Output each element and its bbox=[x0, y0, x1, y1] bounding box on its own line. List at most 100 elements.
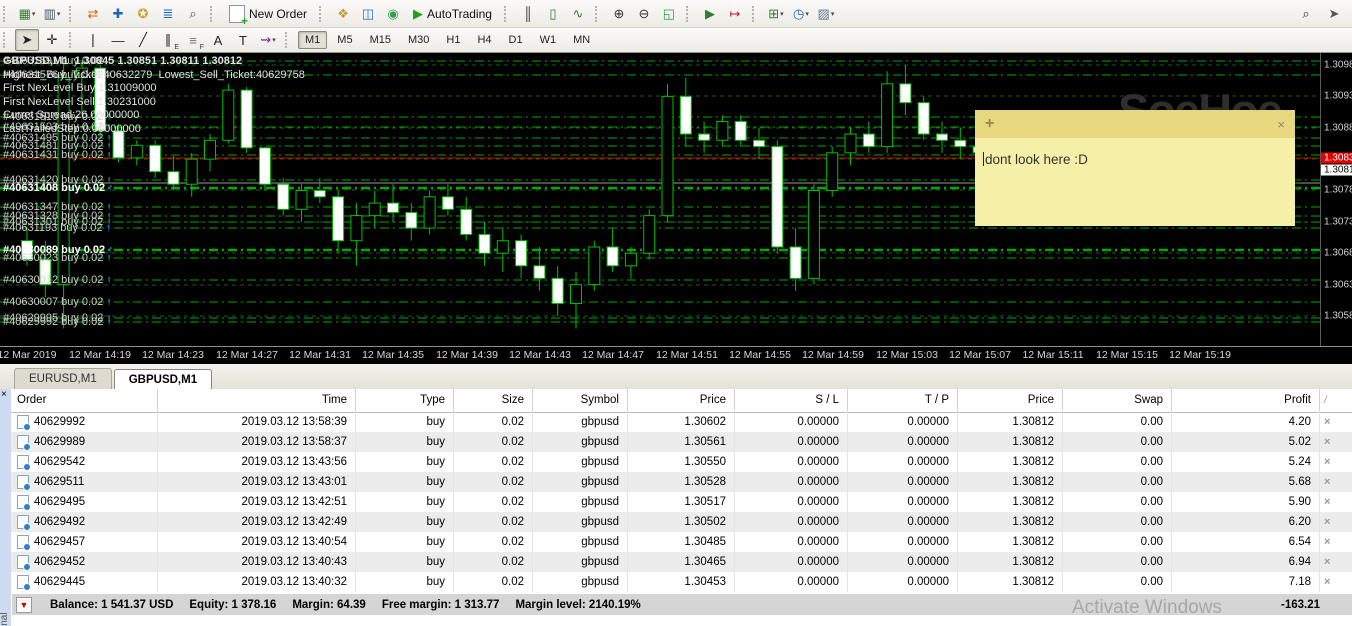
timeframe-d1[interactable]: D1 bbox=[502, 31, 530, 49]
screen-cursor-icon[interactable]: ➤ bbox=[1322, 3, 1346, 25]
terminal-panel-icon[interactable]: ≣ bbox=[156, 3, 180, 25]
column-header-price[interactable]: Price bbox=[628, 389, 735, 412]
order-row[interactable]: 406294952019.03.12 13:42:51buy0.02gbpusd… bbox=[11, 492, 1352, 512]
order-row[interactable]: 406294522019.03.12 13:40:43buy0.02gbpusd… bbox=[11, 552, 1352, 572]
vertical-line-tool-icon[interactable]: ❘ bbox=[81, 29, 105, 51]
arrow-tools-icon[interactable]: ⇝▾ bbox=[256, 29, 280, 51]
terminal-close-button[interactable]: × bbox=[1, 390, 7, 400]
note-body[interactable]: dont look here :D bbox=[975, 138, 1295, 226]
bull-candle bbox=[351, 216, 362, 241]
tile-windows-icon[interactable]: ◱ bbox=[657, 3, 681, 25]
text-tool-icon[interactable]: A bbox=[206, 29, 230, 51]
column-header-symbol[interactable]: Symbol bbox=[533, 389, 628, 412]
periods-icon[interactable]: ◷▾ bbox=[789, 3, 813, 25]
market-watch-icon[interactable]: ⇄ bbox=[81, 3, 105, 25]
chart-tab-eurusd-m1[interactable]: EURUSD,M1 bbox=[14, 368, 112, 390]
horizontal-line-tool-icon[interactable]: — bbox=[106, 29, 130, 51]
order-row[interactable]: 406294572019.03.12 13:40:54buy0.02gbpusd… bbox=[11, 532, 1352, 552]
column-header-sort[interactable]: / bbox=[1320, 389, 1352, 412]
candlestick-chart-icon[interactable]: ▯ bbox=[541, 3, 565, 25]
chart-tab-gbpusd-m1[interactable]: GBPUSD,M1 bbox=[114, 369, 212, 391]
zoom-in-icon[interactable]: ⊕ bbox=[607, 3, 631, 25]
profiles-dropdown-icon[interactable]: ▾ bbox=[57, 10, 61, 18]
trendline-tool-icon[interactable]: ╱ bbox=[131, 29, 155, 51]
price-axis[interactable]: 1.30981.30931.30881.30781.30731.30681.30… bbox=[1320, 53, 1352, 346]
order-row[interactable]: 406294922019.03.12 13:42:49buy0.02gbpusd… bbox=[11, 512, 1352, 532]
navigator-icon[interactable]: ✪ bbox=[131, 3, 155, 25]
column-header-swap[interactable]: Swap bbox=[1063, 389, 1172, 412]
bar-chart-icon[interactable]: ║ bbox=[516, 3, 540, 25]
cell-price2: 1.30812 bbox=[958, 472, 1063, 492]
close-order-button[interactable]: × bbox=[1324, 556, 1330, 568]
profiles-icon[interactable]: ▥▾ bbox=[40, 3, 64, 25]
note-close-icon[interactable]: × bbox=[1277, 117, 1285, 132]
line-chart-icon[interactable]: ∿ bbox=[566, 3, 590, 25]
expert-advisors-icon[interactable]: ◫ bbox=[356, 3, 380, 25]
templates-dropdown-icon[interactable]: ▾ bbox=[831, 10, 835, 18]
sticky-note[interactable]: + × dont look here :D bbox=[975, 110, 1295, 212]
orders-table-header: OrderTimeTypeSizeSymbolPriceS / LT / PPr… bbox=[11, 389, 1352, 413]
close-order-button[interactable]: × bbox=[1324, 456, 1330, 468]
column-header-type[interactable]: Type bbox=[356, 389, 454, 412]
new-chart-icon[interactable]: ▦▾ bbox=[15, 3, 39, 25]
timeframe-m1[interactable]: M1 bbox=[298, 31, 327, 49]
time-axis[interactable]: 12 Mar 201912 Mar 14:1912 Mar 14:2312 Ma… bbox=[0, 346, 1352, 364]
order-row[interactable]: 406294452019.03.12 13:40:32buy0.02gbpusd… bbox=[11, 572, 1352, 592]
autotrading-button[interactable]: ▶AutoTrading bbox=[406, 2, 499, 26]
column-header-time[interactable]: Time bbox=[158, 389, 356, 412]
note-text: dont look here :D bbox=[985, 152, 1088, 167]
timeframe-w1[interactable]: W1 bbox=[533, 31, 564, 49]
close-order-button[interactable]: × bbox=[1324, 496, 1330, 508]
data-window-icon[interactable]: ✚ bbox=[106, 3, 130, 25]
close-order-button[interactable]: × bbox=[1324, 536, 1330, 548]
note-add-icon[interactable]: + bbox=[985, 115, 994, 133]
close-order-button[interactable]: × bbox=[1324, 576, 1330, 588]
indicators-dropdown-icon[interactable]: ▾ bbox=[780, 10, 784, 18]
order-row[interactable]: 406295112019.03.12 13:43:01buy0.02gbpusd… bbox=[11, 472, 1352, 492]
order-row[interactable]: 406299892019.03.12 13:58:37buy0.02gbpusd… bbox=[11, 432, 1352, 452]
timeframe-m15[interactable]: M15 bbox=[363, 31, 398, 49]
column-header-order[interactable]: Order bbox=[11, 389, 158, 412]
close-order-button[interactable]: × bbox=[1324, 416, 1330, 428]
order-row[interactable]: 406299922019.03.12 13:58:39buy0.02gbpusd… bbox=[11, 412, 1352, 432]
column-header-tp[interactable]: T / P bbox=[848, 389, 958, 412]
timeframe-m5[interactable]: M5 bbox=[330, 31, 359, 49]
chart-shift-icon[interactable]: ↦ bbox=[723, 3, 747, 25]
arrow-tools-dropdown-icon[interactable]: ▾ bbox=[272, 36, 276, 44]
crosshair-tool-icon[interactable]: ✛ bbox=[40, 29, 64, 51]
metaeditor-icon[interactable]: ❖ bbox=[331, 3, 355, 25]
new-chart-dropdown-icon[interactable]: ▾ bbox=[32, 10, 36, 18]
close-order-button[interactable]: × bbox=[1324, 516, 1330, 528]
timeframe-m30[interactable]: M30 bbox=[401, 31, 436, 49]
order-row[interactable]: 406295422019.03.12 13:43:56buy0.02gbpusd… bbox=[11, 452, 1352, 472]
column-header-size[interactable]: Size bbox=[454, 389, 533, 412]
toolbar-grip bbox=[3, 32, 10, 48]
indicators-icon[interactable]: ⊞▾ bbox=[764, 3, 788, 25]
chart-window[interactable]: GBPUSD,M1 1.30845 1.30851 1.30811 1.3081… bbox=[0, 53, 1352, 363]
fibonacci-tool-icon[interactable]: ≡F bbox=[181, 29, 205, 51]
zoom-out-icon[interactable]: ⊖ bbox=[632, 3, 656, 25]
channel-tool-icon[interactable]: ∥E bbox=[156, 29, 180, 51]
signals-icon[interactable]: ◉ bbox=[381, 3, 405, 25]
screen-search-icon[interactable]: ⌕ bbox=[1294, 3, 1318, 25]
bull-candle bbox=[644, 216, 655, 254]
timeframe-mn[interactable]: MN bbox=[566, 31, 597, 49]
auto-scroll-icon[interactable]: ▶ bbox=[698, 3, 722, 25]
periods-dropdown-icon[interactable]: ▾ bbox=[805, 10, 809, 18]
strategy-tester-icon[interactable]: ⌕ bbox=[181, 3, 205, 25]
close-order-button[interactable]: × bbox=[1324, 436, 1330, 448]
templates-icon[interactable]: ▨▾ bbox=[814, 3, 838, 25]
text-label-tool-icon[interactable]: T bbox=[231, 29, 255, 51]
timeframe-h1[interactable]: H1 bbox=[439, 31, 467, 49]
cell-type: buy bbox=[356, 532, 454, 552]
trade-context-icon[interactable]: ▼ bbox=[16, 597, 32, 613]
cursor-tool-icon[interactable]: ➤ bbox=[15, 29, 39, 51]
column-header-profit[interactable]: Profit bbox=[1172, 389, 1320, 412]
column-header-sl[interactable]: S / L bbox=[735, 389, 848, 412]
timeframe-h4[interactable]: H4 bbox=[470, 31, 498, 49]
order-number: 40629989 bbox=[34, 432, 85, 452]
price-axis-label: 1.3068 bbox=[1324, 248, 1352, 259]
new-order-button[interactable]: +New Order bbox=[222, 2, 314, 26]
close-order-button[interactable]: × bbox=[1324, 476, 1330, 488]
column-header-price[interactable]: Price bbox=[958, 389, 1063, 412]
